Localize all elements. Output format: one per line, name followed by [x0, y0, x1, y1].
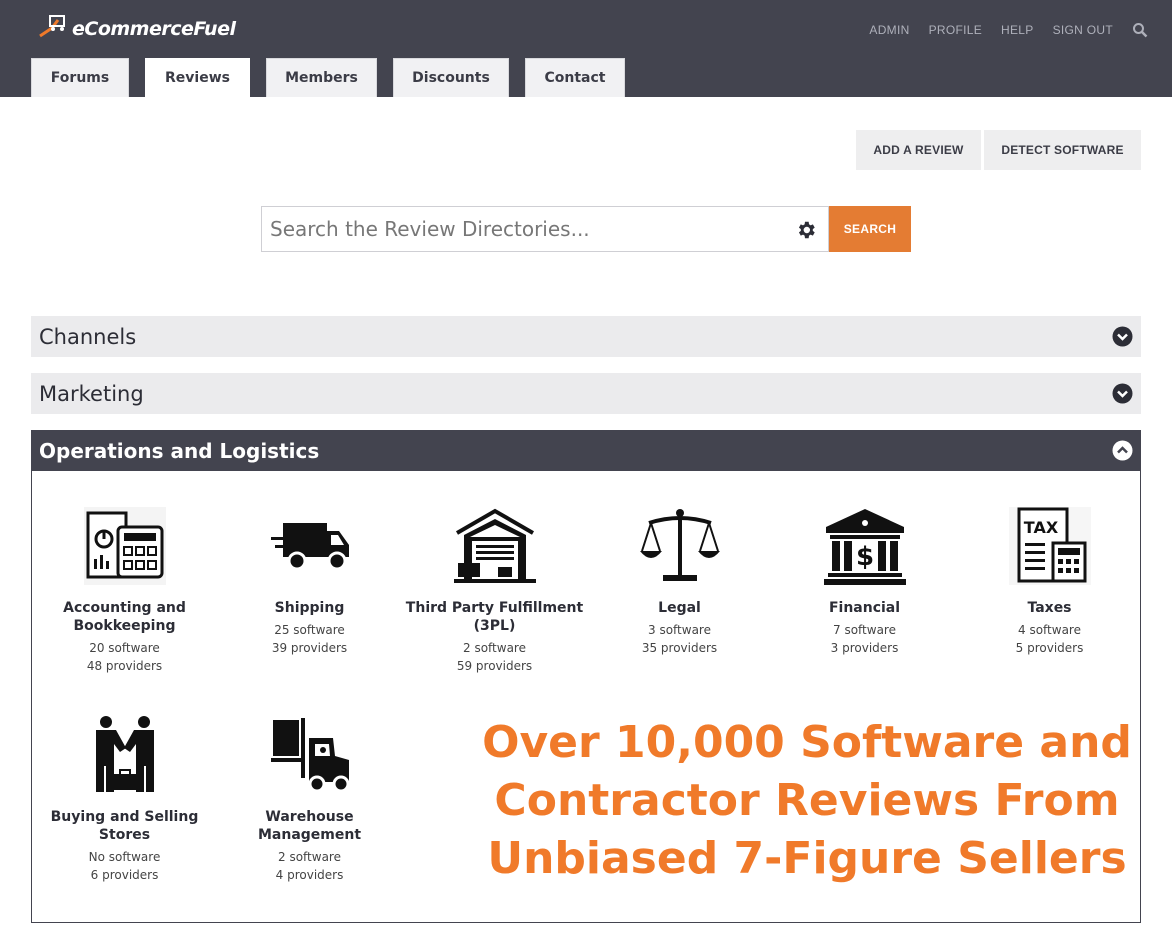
- item-provider-count: 4 providers: [275, 868, 344, 882]
- item-name: Financial: [828, 600, 901, 616]
- chevron-down-icon: [1112, 383, 1133, 404]
- item-software-count: 25 software: [274, 623, 345, 637]
- tab-reviews[interactable]: Reviews: [145, 58, 250, 97]
- item-software-count: No software: [88, 850, 161, 864]
- item-third-party-fulfillment[interactable]: Third Party Fulfillment (3PL) 2 software…: [402, 507, 587, 675]
- category-channels[interactable]: Channels: [31, 316, 1141, 357]
- truck-icon: [270, 523, 349, 571]
- tab-forums[interactable]: Forums: [31, 58, 129, 97]
- handshake-icon: [95, 716, 154, 792]
- item-software-count: 7 software: [833, 623, 896, 637]
- logo-text: eCommerceFuel: [72, 18, 236, 40]
- scales-icon: [639, 509, 720, 581]
- item-software-count: 2 software: [278, 850, 341, 864]
- tab-discounts[interactable]: Discounts: [393, 58, 509, 97]
- top-header: eCommerceFuel ADMIN PROFILE HELP SIGN OU…: [0, 0, 1172, 97]
- item-accounting[interactable]: Accounting and Bookkeeping 20 software 4…: [32, 507, 217, 675]
- tax-icon: TAX: [1008, 507, 1091, 585]
- item-name: Third Party Fulfillment (3PL): [405, 600, 584, 634]
- item-name: Taxes: [1027, 600, 1072, 616]
- promo-banner: Over 10,000 Software and Contractor Revi…: [472, 714, 1142, 888]
- tab-members[interactable]: Members: [266, 58, 377, 97]
- category-title: Channels: [39, 324, 137, 349]
- promo-line-2: Contractor Reviews From: [494, 775, 1120, 826]
- admin-link[interactable]: ADMIN: [869, 23, 909, 37]
- search-icon[interactable]: [1132, 22, 1148, 38]
- item-name: Accounting and Bookkeeping: [63, 600, 186, 634]
- promo-line-3: Unbiased 7-Figure Sellers: [487, 833, 1127, 884]
- ecommercefuel-logo[interactable]: eCommerceFuel: [36, 12, 236, 46]
- search-box: [261, 206, 829, 252]
- search-button[interactable]: SEARCH: [829, 206, 911, 252]
- item-warehouse-management[interactable]: Warehouse Management 2 software 4 provid…: [217, 716, 402, 884]
- profile-link[interactable]: PROFILE: [929, 23, 982, 37]
- item-provider-count: 6 providers: [90, 868, 159, 882]
- main-tabs: Forums Reviews Members Discounts Contact: [31, 58, 641, 97]
- item-provider-count: 5 providers: [1015, 641, 1084, 655]
- svg-text:TAX: TAX: [1023, 518, 1058, 537]
- item-buying-selling-stores[interactable]: Buying and Selling Stores No software 6 …: [32, 716, 217, 884]
- search-input[interactable]: [262, 207, 782, 251]
- item-taxes[interactable]: TAX Taxes 4 software 5 providers: [957, 507, 1142, 657]
- item-software-count: 2 software: [463, 641, 526, 655]
- utility-nav: ADMIN PROFILE HELP SIGN OUT: [869, 22, 1172, 38]
- add-review-button[interactable]: ADD A REVIEW: [856, 130, 981, 170]
- logo-cart-icon: [39, 15, 65, 38]
- detect-software-button[interactable]: DETECT SOFTWARE: [984, 130, 1141, 170]
- item-legal[interactable]: Legal 3 software 35 providers: [587, 507, 772, 657]
- warehouse-icon: [453, 508, 536, 583]
- tab-contact[interactable]: Contact: [525, 58, 625, 97]
- accounting-icon: [83, 507, 166, 585]
- help-link[interactable]: HELP: [1001, 23, 1034, 37]
- item-provider-count: 59 providers: [456, 659, 533, 673]
- promo-line-1: Over 10,000 Software and: [482, 717, 1132, 768]
- chevron-up-icon: [1112, 440, 1133, 461]
- category-marketing[interactable]: Marketing: [31, 373, 1141, 414]
- item-name: Buying and Selling Stores: [50, 809, 199, 843]
- item-provider-count: 39 providers: [271, 641, 348, 655]
- operations-panel: Accounting and Bookkeeping 20 software 4…: [31, 471, 1141, 923]
- sign-out-link[interactable]: SIGN OUT: [1053, 23, 1113, 37]
- item-provider-count: 3 providers: [830, 641, 899, 655]
- svg-text:$: $: [855, 542, 873, 572]
- gear-icon[interactable]: [795, 219, 817, 241]
- category-title: Marketing: [39, 381, 144, 406]
- item-software-count: 3 software: [648, 623, 711, 637]
- item-provider-count: 35 providers: [641, 641, 718, 655]
- item-provider-count: 48 providers: [86, 659, 163, 673]
- forklift-icon: [270, 718, 349, 793]
- item-software-count: 4 software: [1018, 623, 1081, 637]
- category-operations-logistics[interactable]: Operations and Logistics: [31, 430, 1141, 472]
- item-shipping[interactable]: Shipping 25 software 39 providers: [217, 507, 402, 657]
- item-name: Warehouse Management: [257, 809, 362, 843]
- item-name: Shipping: [274, 600, 345, 616]
- chevron-down-icon: [1112, 326, 1133, 347]
- category-title: Operations and Logistics: [39, 439, 320, 463]
- item-name: Legal: [658, 600, 701, 616]
- item-software-count: 20 software: [89, 641, 160, 655]
- bank-icon: $: [823, 509, 906, 585]
- item-financial[interactable]: $ Financial 7 software 3 providers: [772, 507, 957, 657]
